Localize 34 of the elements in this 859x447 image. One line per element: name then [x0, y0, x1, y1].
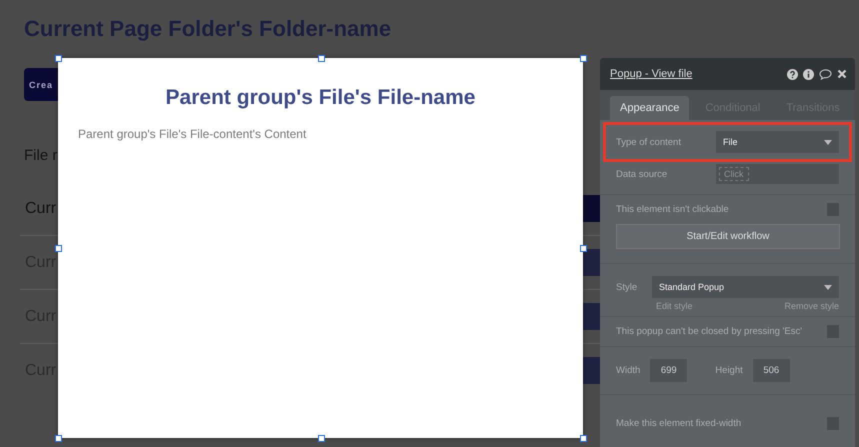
help-icon[interactable]	[787, 68, 798, 80]
panel-tab[interactable]: Appearance	[610, 96, 690, 120]
checkbox-label: This element isn't clickable	[616, 204, 729, 215]
panel-title[interactable]: Popup - View file	[610, 68, 692, 80]
resize-handle[interactable]	[55, 245, 62, 252]
info-icon[interactable]	[803, 68, 814, 80]
resize-handle[interactable]	[318, 435, 324, 442]
workflow-button[interactable]: Start/Edit workflow	[616, 224, 840, 249]
caret-icon	[824, 140, 832, 144]
height-field[interactable]: 506	[752, 359, 790, 382]
field-label: Height	[715, 365, 743, 376]
resize-handle[interactable]	[55, 55, 62, 62]
create-button[interactable]: Crea	[24, 68, 58, 101]
popup-title: Parent group's File's File-name	[166, 86, 476, 110]
content-type-dropdown[interactable]: File	[716, 131, 839, 153]
checkbox-label: Make this element fixed-width	[616, 418, 742, 429]
resize-handle[interactable]	[580, 55, 587, 62]
width-field[interactable]: 699	[650, 359, 688, 382]
resize-handle[interactable]	[580, 245, 587, 252]
caret-icon	[824, 284, 832, 290]
field-label: Width	[616, 365, 640, 376]
resize-handle[interactable]	[318, 55, 324, 62]
popup-content: Parent group's File's File-content's Content	[78, 127, 306, 141]
field-label: Type of content	[616, 136, 682, 148]
style-dropdown[interactable]: Standard Popup	[652, 276, 839, 298]
resize-handle[interactable]	[55, 435, 62, 442]
resize-handle[interactable]	[580, 435, 587, 442]
field-label: Style	[616, 282, 638, 292]
comment-icon[interactable]	[819, 68, 832, 80]
row-name: Curr	[25, 200, 56, 218]
data-source-field[interactable]: Click	[716, 164, 839, 184]
checkbox-label: This popup can't be closed by pressing 'Esc'	[616, 326, 802, 337]
close-icon[interactable]	[837, 69, 847, 79]
field-label: Data source	[616, 168, 668, 180]
